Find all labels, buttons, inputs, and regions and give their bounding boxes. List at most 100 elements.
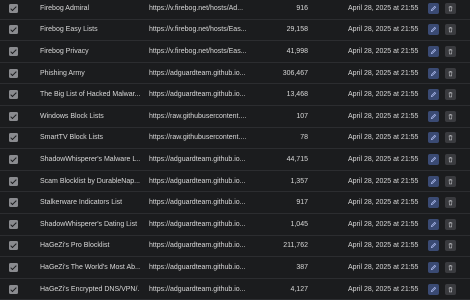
enabled-cell <box>6 192 20 213</box>
list-name: ShadowWhisperer's Dating List <box>40 220 138 228</box>
delete-button[interactable] <box>445 218 456 230</box>
delete-button[interactable] <box>445 175 456 187</box>
list-url[interactable]: https://adguardteam.github.io... <box>149 171 249 192</box>
list-name: Firebog Privacy <box>40 47 89 55</box>
list-url[interactable]: https://raw.githubusercontent.... <box>149 128 249 149</box>
enabled-cell <box>6 84 20 105</box>
trash-icon <box>448 92 453 98</box>
checkbox-checked-icon[interactable] <box>8 25 18 35</box>
edit-button[interactable] <box>428 240 439 252</box>
list-url[interactable]: https://adguardteam.github.io... <box>149 236 249 257</box>
list-url[interactable]: https://v.firebog.net/hosts/Ad... <box>149 0 249 19</box>
list-name: SmartTV Block Lists <box>40 134 104 142</box>
delete-button[interactable] <box>445 2 456 14</box>
checkbox-checked-icon[interactable] <box>8 46 18 56</box>
edit-button[interactable] <box>428 89 439 101</box>
list-url[interactable]: https://v.firebog.net/hosts/Eas... <box>149 41 249 62</box>
edit-button[interactable] <box>428 2 439 14</box>
rule-count: 306,467 <box>282 69 308 77</box>
last-updated: April 28, 2025 at 21:55 <box>348 177 419 185</box>
edit-button[interactable] <box>428 45 439 57</box>
list-url[interactable]: https://adguardteam.github.io... <box>149 257 249 278</box>
last-updated: April 28, 2025 at 21:55 <box>348 155 419 163</box>
edit-cell <box>428 106 440 127</box>
list-url[interactable]: https://adguardteam.github.io... <box>149 192 249 213</box>
blocklist-table: Firebog Admiral https://v.firebog.net/ho… <box>0 0 470 300</box>
delete-cell <box>445 279 457 300</box>
checkbox-checked-icon[interactable] <box>8 111 18 121</box>
delete-button[interactable] <box>445 240 456 252</box>
rule-count: 29,158 <box>286 26 308 34</box>
enabled-cell <box>6 63 20 84</box>
edit-icon <box>430 92 437 98</box>
delete-button[interactable] <box>445 24 456 36</box>
delete-button[interactable] <box>445 197 456 209</box>
checkbox-checked-icon[interactable] <box>8 154 18 164</box>
list-url[interactable]: https://adguardteam.github.io... <box>149 279 249 300</box>
trash-icon <box>448 70 453 76</box>
checkbox-checked-icon[interactable] <box>8 133 18 143</box>
trash-icon <box>448 286 453 292</box>
checkbox-checked-icon[interactable] <box>8 90 18 100</box>
checkbox-checked-icon[interactable] <box>8 262 18 272</box>
delete-cell <box>445 214 457 235</box>
last-updated: April 28, 2025 at 21:55 <box>348 242 419 250</box>
checkbox-checked-icon[interactable] <box>8 68 18 78</box>
delete-button[interactable] <box>445 132 456 144</box>
table-row: The Big List of Hacked Malwar... https:/… <box>0 84 470 106</box>
delete-button[interactable] <box>445 153 456 165</box>
edit-button[interactable] <box>428 132 439 144</box>
delete-button[interactable] <box>445 283 456 295</box>
list-name: Firebog Easy Lists <box>40 26 98 34</box>
edit-button[interactable] <box>428 110 439 122</box>
last-updated: April 28, 2025 at 21:55 <box>348 69 419 77</box>
last-updated: April 28, 2025 at 21:55 <box>348 134 419 142</box>
checkbox-checked-icon[interactable] <box>8 219 18 229</box>
edit-cell <box>428 84 440 105</box>
delete-button[interactable] <box>445 67 456 79</box>
enabled-cell <box>6 20 20 41</box>
checkbox-checked-icon[interactable] <box>8 198 18 208</box>
delete-button[interactable] <box>445 261 456 273</box>
edit-button[interactable] <box>428 24 439 36</box>
edit-button[interactable] <box>428 175 439 187</box>
delete-button[interactable] <box>445 110 456 122</box>
enabled-cell <box>6 279 20 300</box>
list-name: Firebog Admiral <box>40 4 90 12</box>
list-name: Phishing Army <box>40 69 85 77</box>
edit-button[interactable] <box>428 197 439 209</box>
checkbox-checked-icon[interactable] <box>8 3 18 13</box>
edit-cell <box>428 0 440 19</box>
delete-button[interactable] <box>445 45 456 57</box>
list-name: Stalkerware Indicators List <box>40 199 123 207</box>
list-url[interactable]: https://adguardteam.github.io... <box>149 149 249 170</box>
edit-cell <box>428 236 440 257</box>
list-url[interactable]: https://adguardteam.github.io... <box>149 84 249 105</box>
edit-button[interactable] <box>428 67 439 79</box>
checkbox-checked-icon[interactable] <box>8 284 18 294</box>
trash-icon <box>448 5 453 12</box>
rule-count: 4,127 <box>290 285 308 293</box>
table-row: ShadowWhisperer's Malware L... https://a… <box>0 149 470 171</box>
edit-button[interactable] <box>428 283 439 295</box>
list-url[interactable]: https://adguardteam.github.io... <box>149 63 249 84</box>
list-name: HaGeZi's Pro Blocklist <box>40 242 110 250</box>
edit-icon <box>430 113 437 119</box>
edit-icon <box>430 156 437 163</box>
edit-cell <box>428 63 440 84</box>
edit-button[interactable] <box>428 153 439 165</box>
edit-cell <box>428 171 440 192</box>
last-updated: April 28, 2025 at 21:55 <box>348 263 419 271</box>
last-updated: April 28, 2025 at 21:55 <box>348 199 419 207</box>
edit-button[interactable] <box>428 218 439 230</box>
list-url[interactable]: https://v.firebog.net/hosts/Eas... <box>149 20 249 41</box>
edit-icon <box>430 243 437 249</box>
list-url[interactable]: https://raw.githubusercontent.... <box>149 106 249 127</box>
edit-button[interactable] <box>428 261 439 273</box>
enabled-cell <box>6 0 20 19</box>
checkbox-checked-icon[interactable] <box>8 176 18 186</box>
delete-button[interactable] <box>445 89 456 101</box>
list-url[interactable]: https://adguardteam.github.io... <box>149 214 249 235</box>
checkbox-checked-icon[interactable] <box>8 241 18 251</box>
list-name: HaGeZi's Encrypted DNS/VPN/... <box>40 285 140 293</box>
